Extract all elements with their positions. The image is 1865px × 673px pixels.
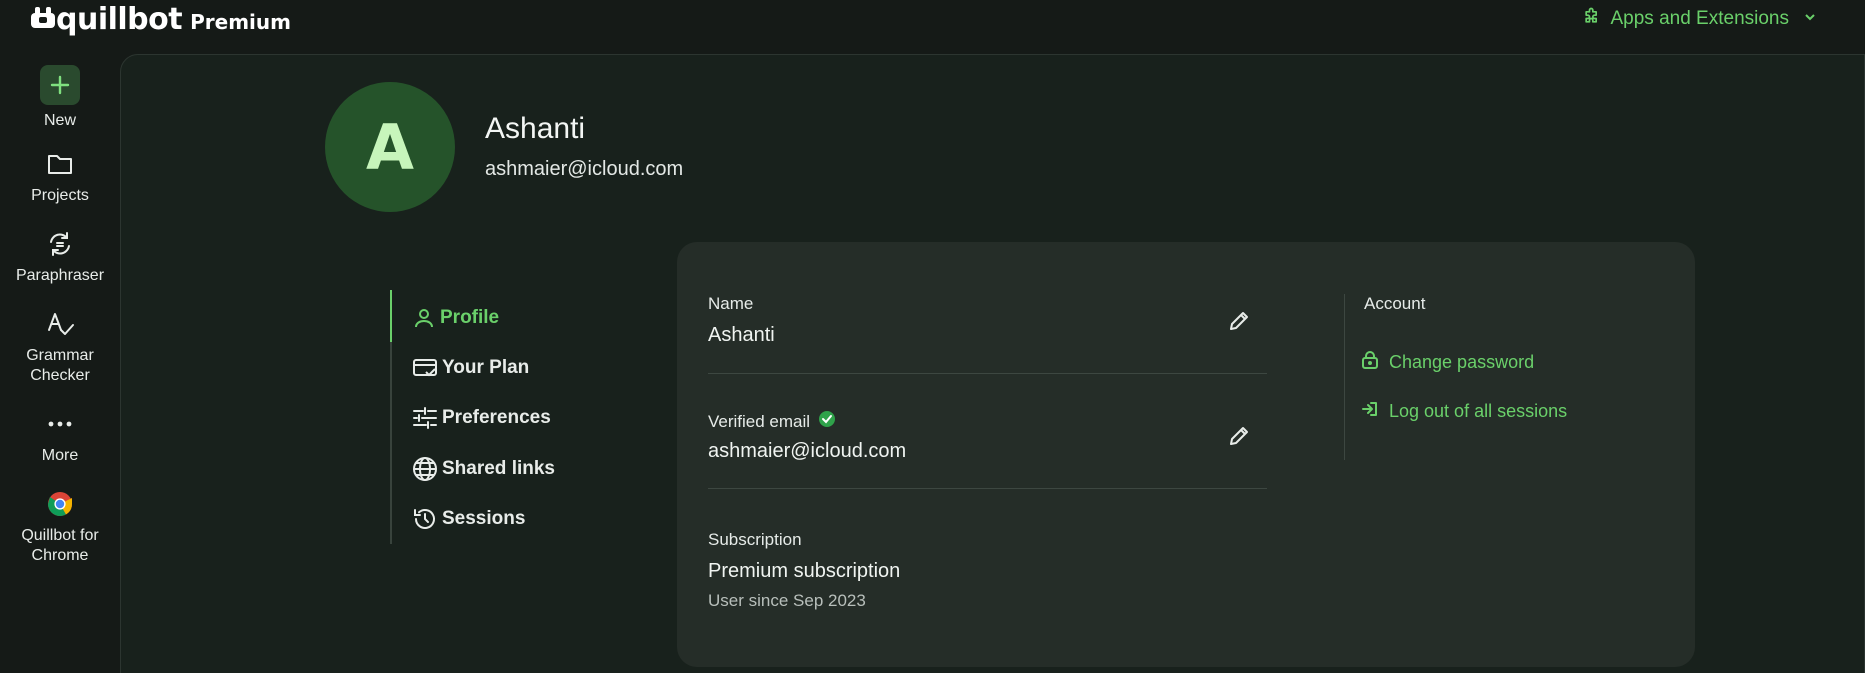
- sidebar-item-chrome[interactable]: Quillbot for Chrome: [0, 484, 120, 566]
- vertical-divider: [1344, 294, 1345, 460]
- name-label: Name: [708, 294, 754, 313]
- tab-label: Sessions: [442, 508, 526, 529]
- profile-name: Ashanti: [485, 112, 586, 145]
- change-password-label: Change password: [1389, 352, 1535, 372]
- sidebar-item-label: Quillbot for Chrome: [21, 527, 99, 564]
- person-icon: [412, 306, 436, 330]
- verified-check-icon: [818, 410, 836, 433]
- profile-card: Name Ashanti Verified email ashmaier@icl…: [677, 242, 1695, 667]
- logout-all-label: Log out of all sessions: [1389, 401, 1568, 421]
- logout-icon: [1361, 400, 1379, 423]
- puzzle-icon: [1582, 6, 1602, 32]
- pencil-icon: [1227, 309, 1251, 338]
- logo-wordmark: quillbot: [56, 2, 183, 37]
- email-label: Verified email: [708, 410, 836, 433]
- tab-label: Profile: [440, 307, 500, 328]
- active-tab-indicator: [390, 290, 392, 342]
- lock-icon: [1361, 350, 1379, 375]
- plus-icon: [40, 65, 80, 105]
- avatar-letter: A: [366, 110, 414, 184]
- tab-label: Shared links: [442, 458, 555, 479]
- premium-badge: Premium: [190, 10, 291, 34]
- history-icon: [412, 506, 438, 532]
- sidebar-item-label: Projects: [31, 187, 89, 204]
- tab-shared-links[interactable]: Shared links: [412, 456, 555, 482]
- subscription-value: Premium subscription: [708, 560, 901, 582]
- paraphraser-icon: [46, 224, 74, 264]
- tab-label: Preferences: [442, 407, 551, 428]
- logout-all-sessions-link[interactable]: Log out of all sessions: [1361, 400, 1567, 423]
- email-value: ashmaier@icloud.com: [708, 440, 907, 462]
- more-dots-icon: [47, 404, 73, 444]
- tab-profile[interactable]: Profile: [412, 306, 499, 330]
- subscription-label: Subscription: [708, 530, 802, 549]
- sidebar-item-grammar-checker[interactable]: Grammar Checker: [0, 304, 120, 386]
- profile-email: ashmaier@icloud.com: [485, 158, 684, 180]
- sidebar-item-label: More: [41, 447, 79, 464]
- edit-name-button[interactable]: [1224, 308, 1254, 338]
- apps-and-extensions-label: Apps and Extensions: [1610, 8, 1789, 29]
- divider: [708, 373, 1267, 374]
- quillbot-logo-icon: [30, 5, 56, 29]
- subscription-since: User since Sep 2023: [708, 591, 866, 610]
- chevron-down-icon: [1803, 8, 1817, 30]
- divider: [708, 488, 1267, 489]
- sliders-icon: [412, 406, 438, 430]
- email-label-text: Verified email: [708, 411, 811, 431]
- sidebar-item-label: Grammar Checker: [26, 347, 94, 384]
- tab-label: Your Plan: [442, 357, 530, 378]
- tab-sessions[interactable]: Sessions: [412, 506, 525, 532]
- account-label: Account: [1364, 294, 1426, 313]
- folder-icon: [46, 144, 74, 184]
- sidebar-item-label: New: [43, 112, 76, 129]
- globe-icon: [412, 456, 438, 482]
- sidebar-item-label: Paraphraser: [15, 267, 105, 284]
- sidebar-item-new[interactable]: New: [0, 65, 120, 131]
- top-bar: quillbot Premium Apps and Extensions: [0, 0, 1865, 48]
- grammar-icon: [45, 304, 75, 344]
- card-check-icon: [412, 356, 438, 380]
- tab-preferences[interactable]: Preferences: [412, 406, 551, 430]
- settings-tabs: Profile Your Plan Preferences Shared lin…: [390, 290, 640, 544]
- name-value: Ashanti: [708, 324, 775, 346]
- quillbot-logo[interactable]: quillbot Premium: [30, 2, 291, 37]
- edit-email-button[interactable]: [1224, 423, 1254, 453]
- change-password-link[interactable]: Change password: [1361, 350, 1534, 375]
- avatar: A: [325, 82, 455, 212]
- apps-and-extensions-button[interactable]: Apps and Extensions: [1582, 6, 1817, 32]
- pencil-icon: [1227, 424, 1251, 453]
- sidebar-item-more[interactable]: More: [0, 404, 120, 466]
- sidebar-item-projects[interactable]: Projects: [0, 144, 120, 206]
- chrome-icon: [47, 484, 73, 524]
- tab-your-plan[interactable]: Your Plan: [412, 356, 529, 380]
- sidebar-item-paraphraser[interactable]: Paraphraser: [0, 224, 120, 286]
